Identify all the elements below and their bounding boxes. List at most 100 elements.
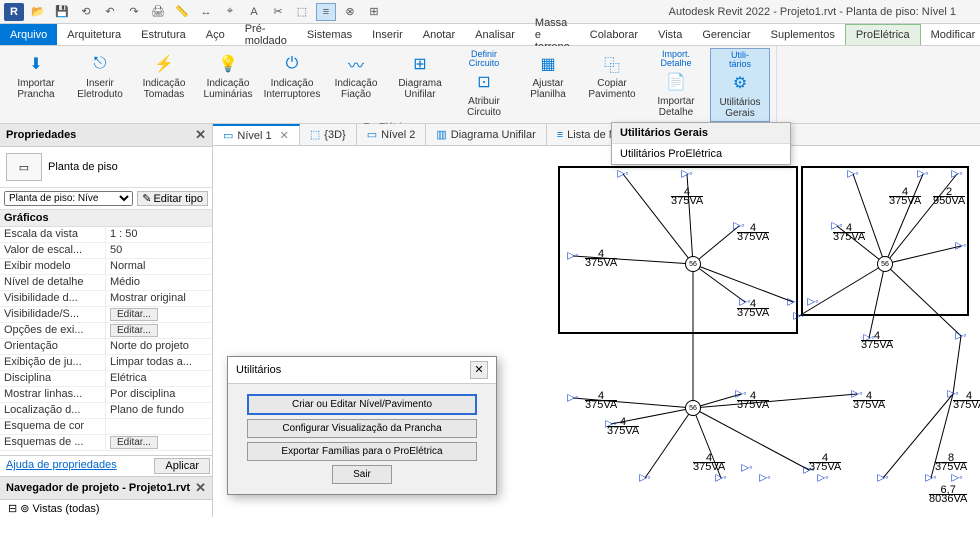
prop-edit-button[interactable]: Editar... (110, 324, 158, 337)
menu-estrutura[interactable]: Estrutura (131, 24, 196, 45)
ribbon-importar-prancha[interactable]: ⬇ImportarPrancha (6, 48, 66, 122)
electrical-symbol-icon[interactable]: ▷◦ (955, 241, 966, 252)
menu-arquivo[interactable]: Arquivo (0, 24, 57, 45)
menu-analisar[interactable]: Analisar (465, 24, 525, 45)
criar-nivel-button[interactable]: Criar ou Editar Nível/Pavimento (247, 394, 477, 415)
electrical-symbol-icon[interactable]: ▷◦ (951, 169, 962, 180)
electrical-symbol-icon[interactable]: ▷◦ (793, 311, 804, 322)
prop-row[interactable]: Nível de detalheMédio (0, 275, 212, 291)
configurar-prancha-button[interactable]: Configurar Visualização da Prancha (247, 419, 477, 438)
qat-redo-icon[interactable]: ↷ (124, 3, 144, 21)
qat-print-icon[interactable]: 🖨 (148, 3, 168, 21)
instance-selector[interactable]: Planta de piso: Níve (4, 191, 133, 206)
tab-close-icon[interactable]: ✕ (280, 129, 289, 142)
exportar-familias-button[interactable]: Exportar Famílias para o ProElétrica (247, 442, 477, 461)
prop-row[interactable]: OrientaçãoNorte do projeto (0, 339, 212, 355)
electrical-symbol-icon[interactable]: ▷◦ (617, 169, 628, 180)
prop-value[interactable]: Norte do projeto (106, 339, 212, 354)
prop-row[interactable]: Esquemas de ...Editar... (0, 435, 212, 451)
junction-node[interactable]: 56 (685, 256, 701, 272)
prop-row[interactable]: Visibilidade/S...Editar... (0, 307, 212, 323)
ribbon-copiar-pavimento[interactable]: ⿻CopiarPavimento (582, 48, 642, 122)
prop-value[interactable]: Por disciplina (106, 387, 212, 402)
prop-edit-button[interactable]: Editar... (110, 436, 158, 449)
menu-anotar[interactable]: Anotar (413, 24, 465, 45)
menu-proeletrica[interactable]: ProElétrica (845, 24, 921, 45)
prop-value[interactable]: Elétrica (106, 371, 212, 386)
electrical-symbol-icon[interactable]: ▷◦ (807, 297, 818, 308)
prop-row[interactable]: Exibição de ju...Limpar todas a... (0, 355, 212, 371)
menu-aco[interactable]: Aço (196, 24, 235, 45)
ribbon-indicação-fiação[interactable]: 〰IndicaçãoFiação (326, 48, 386, 122)
qat-dim-icon[interactable]: ↔ (196, 3, 216, 21)
electrical-symbol-icon[interactable]: ▷◦ (567, 393, 578, 404)
electrical-symbol-icon[interactable]: ▷◦ (715, 473, 726, 484)
prop-row[interactable]: Mostrar linhas...Por disciplina (0, 387, 212, 403)
menu-massa[interactable]: Massa e terreno (525, 24, 580, 45)
junction-node[interactable]: 56 (685, 400, 701, 416)
dialog-close-icon[interactable]: ✕ (470, 361, 488, 379)
electrical-symbol-icon[interactable]: ▷◦ (877, 473, 888, 484)
browser-item-views[interactable]: ⊟ ⊚ Vistas (todas) (0, 500, 212, 517)
sair-button[interactable]: Sair (332, 465, 392, 484)
menu-suplementos[interactable]: Suplementos (761, 24, 845, 45)
qat-section-icon[interactable]: ✂ (268, 3, 288, 21)
prop-value[interactable] (106, 419, 212, 434)
ribbon-ajustar-planilha[interactable]: ▦AjustarPlanilha (518, 48, 578, 122)
prop-row[interactable]: Exibir modeloNormal (0, 259, 212, 275)
ribbon-indicação-interruptores[interactable]: ⏻IndicaçãoInterruptores (262, 48, 322, 122)
junction-node[interactable]: 56 (877, 256, 893, 272)
electrical-symbol-icon[interactable]: ▷◦ (917, 169, 928, 180)
electrical-symbol-icon[interactable]: ▷◦ (639, 473, 650, 484)
prop-value[interactable]: Plano de fundo (106, 403, 212, 418)
qat-tag-icon[interactable]: ⌖ (220, 3, 240, 21)
electrical-symbol-icon[interactable]: ▷◦ (817, 473, 828, 484)
qat-text-icon[interactable]: A (244, 3, 264, 21)
electrical-symbol-icon[interactable]: ▷◦ (955, 331, 966, 342)
properties-help-link[interactable]: Ajuda de propriedades (0, 456, 152, 476)
menu-arquitetura[interactable]: Arquitetura (57, 24, 131, 45)
menu-gerenciar[interactable]: Gerenciar (692, 24, 760, 45)
prop-value[interactable]: 1 : 50 (106, 227, 212, 242)
tab-nivel1[interactable]: ▭Nível 1✕ (213, 124, 300, 145)
qat-switch-icon[interactable]: ⊞ (364, 3, 384, 21)
edit-type-button[interactable]: ✎Editar tipo (137, 191, 208, 206)
qat-sync-icon[interactable]: ⟲ (76, 3, 96, 21)
qat-close-icon[interactable]: ⊗ (340, 3, 360, 21)
electrical-symbol-icon[interactable]: ▷◦ (925, 473, 936, 484)
qat-open-icon[interactable]: 📂 (28, 3, 48, 21)
ribbon-importar-detalhe[interactable]: Import. Detalhe📄ImportarDetalhe (646, 48, 706, 122)
prop-row[interactable]: Valor de escal...50 (0, 243, 212, 259)
electrical-symbol-icon[interactable]: ▷◦ (787, 297, 798, 308)
tab-nivel2[interactable]: ▭Nível 2 (357, 124, 427, 145)
dropdown-item-proeletrica[interactable]: Utilitários ProElétrica (612, 144, 790, 164)
properties-type-selector[interactable]: ▭ Planta de piso (0, 147, 212, 188)
menu-vista[interactable]: Vista (648, 24, 692, 45)
prop-value[interactable]: 50 (106, 243, 212, 258)
qat-3d-icon[interactable]: ⬚ (292, 3, 312, 21)
menu-colaborar[interactable]: Colaborar (580, 24, 648, 45)
prop-row[interactable]: Opções de exi...Editar... (0, 323, 212, 339)
menu-modificar[interactable]: Modificar (921, 24, 980, 45)
qat-undo-icon[interactable]: ↶ (100, 3, 120, 21)
ribbon-diagrama-unifilar[interactable]: ⊞DiagramaUnifilar (390, 48, 450, 122)
qat-save-icon[interactable]: 💾 (52, 3, 72, 21)
prop-value[interactable]: Médio (106, 275, 212, 290)
tab-diagrama[interactable]: ▥Diagrama Unifilar (426, 124, 546, 145)
qat-thin-icon[interactable]: ≡ (316, 3, 336, 21)
ribbon-inserir-eletroduto[interactable]: ⎋InserirEletroduto (70, 48, 130, 122)
menu-sistemas[interactable]: Sistemas (297, 24, 362, 45)
prop-row[interactable]: Esquema de cor (0, 419, 212, 435)
prop-value[interactable]: Limpar todas a... (106, 355, 212, 370)
prop-section-graficos[interactable]: Gráficos (0, 210, 212, 227)
tab-3d[interactable]: ⬚{3D} (300, 124, 357, 145)
electrical-symbol-icon[interactable]: ▷◦ (567, 251, 578, 262)
electrical-symbol-icon[interactable]: ▷◦ (759, 473, 770, 484)
browser-close-icon[interactable]: ✕ (195, 480, 206, 496)
ribbon-indicação-tomadas[interactable]: ⚡IndicaçãoTomadas (134, 48, 194, 122)
prop-row[interactable]: Visibilidade d...Mostrar original (0, 291, 212, 307)
electrical-symbol-icon[interactable]: ▷◦ (741, 463, 752, 474)
prop-row[interactable]: DisciplinaElétrica (0, 371, 212, 387)
prop-edit-button[interactable]: Editar... (110, 308, 158, 321)
ribbon-atribuir-circuito[interactable]: Definir Circuito⊡AtribuirCircuito (454, 48, 514, 122)
